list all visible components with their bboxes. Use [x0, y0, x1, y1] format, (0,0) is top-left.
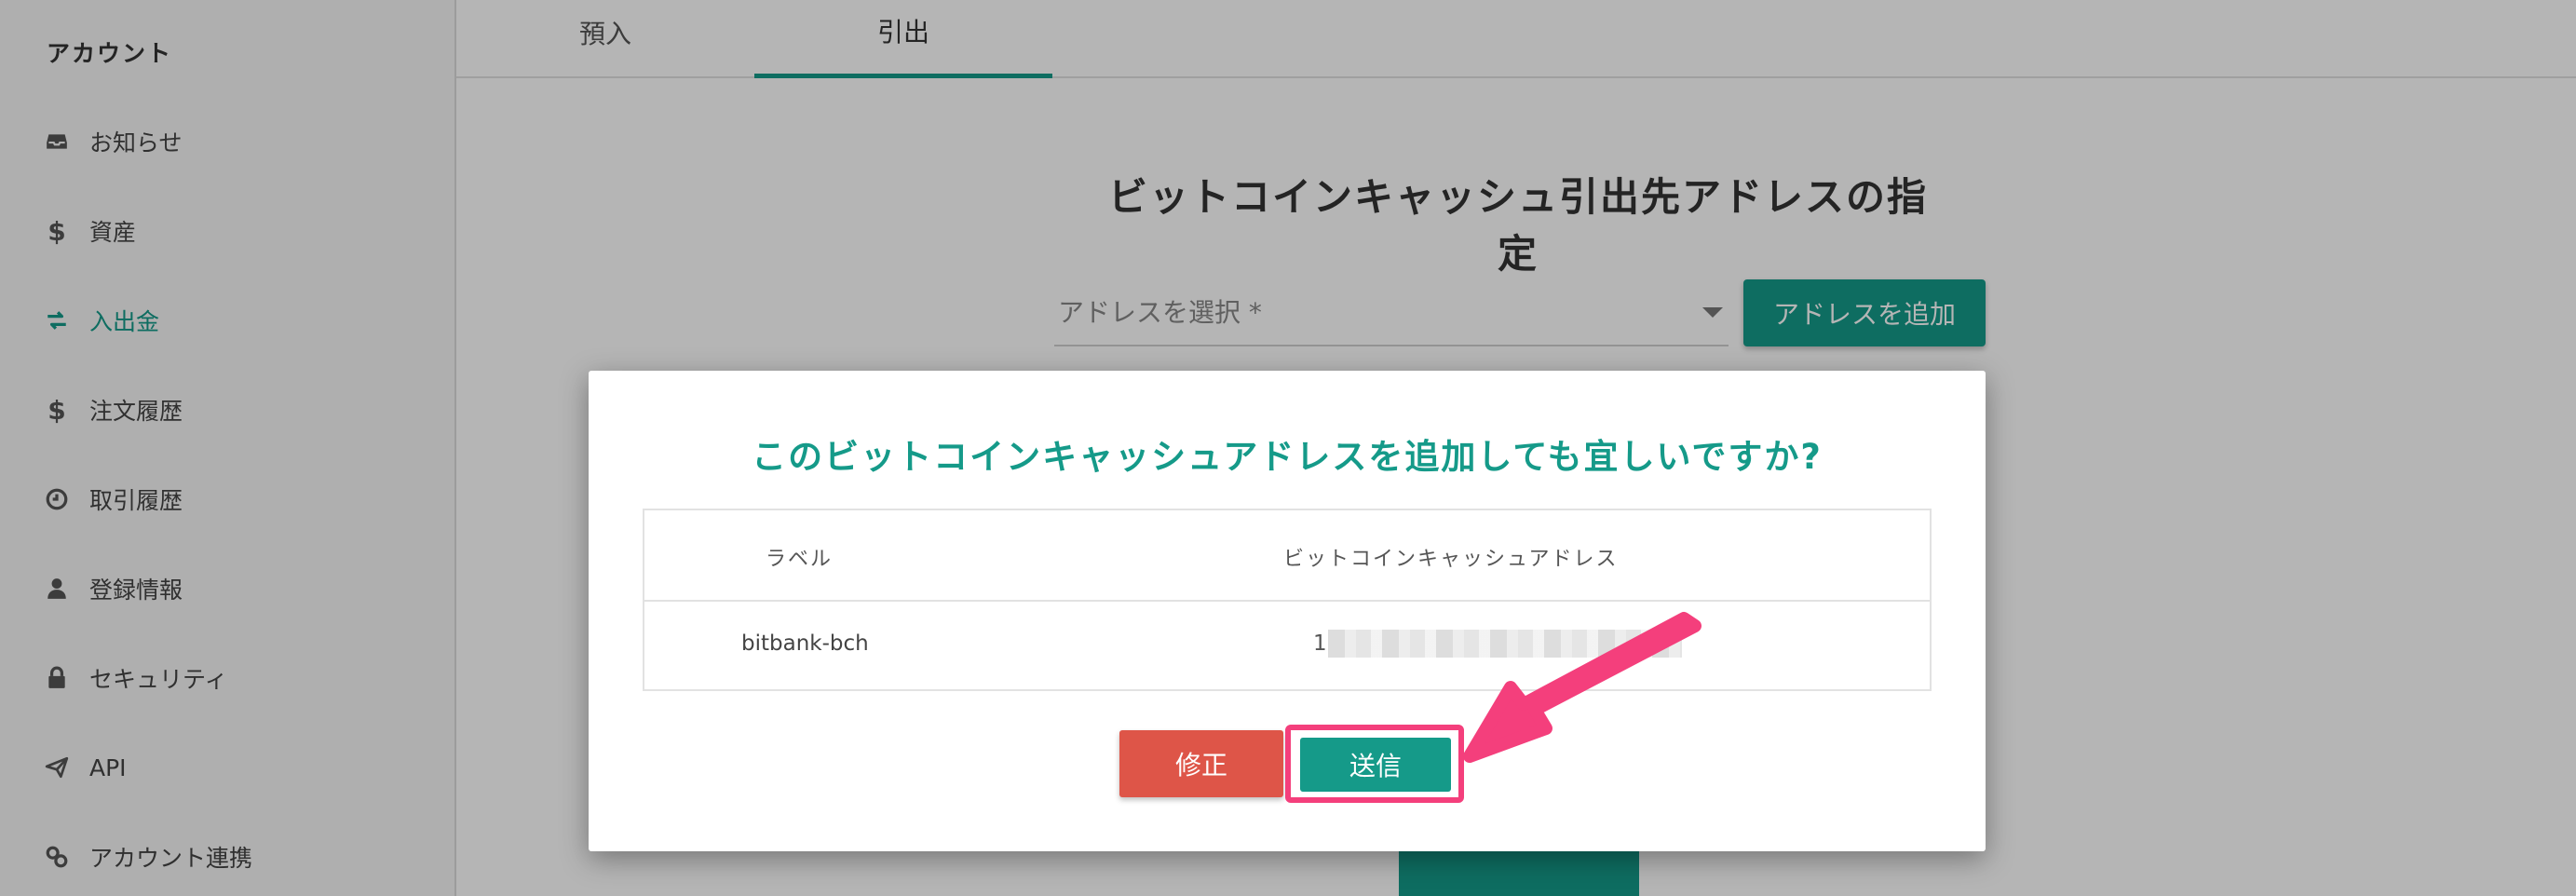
row-address-prefix: 1 [1313, 631, 1327, 656]
column-header-label: ラベル [766, 548, 834, 571]
row-label-value: bitbank-bch [741, 631, 869, 656]
table-header-row: ラベル ビットコインキャッシュアドレス [644, 510, 1930, 602]
masked-address [1328, 630, 1682, 658]
dialog-title: このビットコインキャッシュアドレスを追加しても宜しいですか? [752, 437, 1823, 477]
confirm-dialog: このビットコインキャッシュアドレスを追加しても宜しいですか? ラベル ビットコイ… [589, 371, 1986, 851]
column-header-address: ビットコインキャッシュアドレス [1283, 548, 1619, 571]
edit-button[interactable]: 修正 [1119, 730, 1283, 797]
send-button[interactable]: 送信 [1300, 738, 1451, 792]
table-row: bitbank-bch 1 [644, 602, 1930, 691]
address-table: ラベル ビットコインキャッシュアドレス bitbank-bch 1 [643, 509, 1932, 691]
